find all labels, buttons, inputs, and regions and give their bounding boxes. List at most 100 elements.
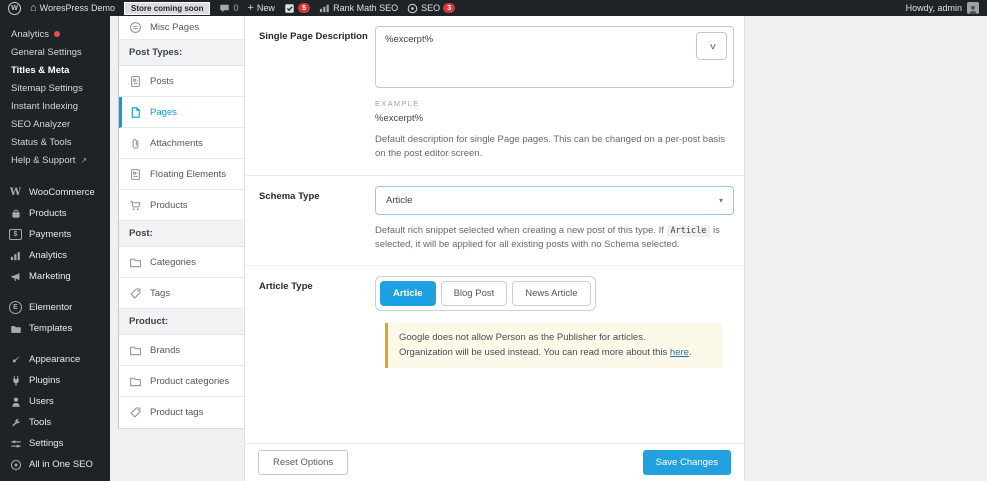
code-chip: Article — [666, 224, 711, 237]
tab-posts[interactable]: Posts — [119, 66, 244, 97]
products-bag-icon — [9, 207, 22, 220]
menu-item-woocommerce[interactable]: W WooCommerce — [0, 182, 110, 203]
store-coming-soon-badge[interactable]: Store coming soon — [124, 1, 211, 15]
woocommerce-icon: W — [9, 187, 22, 198]
brush-icon — [9, 353, 22, 366]
menu-item-appearance[interactable]: Appearance — [0, 349, 110, 370]
tab-attachments[interactable]: Attachments — [119, 128, 244, 159]
sidebar-item-titles-meta[interactable]: Titles & Meta — [0, 61, 110, 79]
save-changes-button[interactable]: Save Changes — [642, 450, 731, 475]
schema-type-label: Schema Type — [259, 190, 320, 202]
analytics-bars-icon — [9, 249, 22, 262]
rank-math-menu[interactable]: Rank Math SEO — [319, 3, 398, 13]
rank-math-label: Rank Math SEO — [333, 3, 399, 13]
tab-product-categories[interactable]: Product categories — [119, 366, 244, 397]
tag-icon — [129, 406, 142, 419]
avatar[interactable] — [967, 2, 979, 14]
new-menu[interactable]: + New — [247, 2, 274, 14]
schema-type-value: Article — [386, 194, 413, 206]
chevron-down-icon: > — [706, 43, 717, 49]
single-page-description-help: Default description for single Page page… — [375, 134, 725, 160]
templates-folder-icon — [9, 322, 22, 335]
variable-dropdown-button[interactable]: > — [696, 32, 727, 60]
plug-icon — [9, 374, 22, 387]
tab-tags[interactable]: Tags — [119, 278, 244, 309]
article-type-blog-post-button[interactable]: Blog Post — [440, 281, 508, 306]
schema-type-select[interactable]: Article ▾ — [375, 185, 734, 215]
seo-icon — [407, 3, 418, 13]
menu-item-users[interactable]: Users — [0, 391, 110, 412]
read-more-link[interactable]: here — [670, 347, 689, 358]
external-link-icon: ↗ — [80, 155, 88, 165]
single-page-description-input[interactable]: %excerpt% — [375, 26, 734, 88]
select-arrow-icon: ▾ — [718, 195, 723, 205]
settings-tab-column: Misc Pages Post Types: Posts Pages Attac… — [118, 16, 244, 429]
tag-icon — [129, 287, 142, 300]
menu-item-all-in-one-seo[interactable]: All in One SEO — [0, 454, 110, 475]
schema-type-help: Default rich snippet selected when creat… — [375, 224, 720, 250]
menu-item-elementor[interactable]: E Elementor — [0, 297, 110, 318]
payments-icon: $ — [9, 228, 22, 241]
tab-header-post: Post: — [119, 221, 244, 247]
menu-item-tools[interactable]: Tools — [0, 412, 110, 433]
article-type-article-button[interactable]: Article — [380, 281, 436, 306]
tab-header-product: Product: — [119, 309, 244, 335]
tab-products[interactable]: Products — [119, 190, 244, 221]
document-icon — [129, 168, 142, 181]
comments-link[interactable]: 0 — [219, 3, 238, 14]
document-icon — [129, 75, 142, 88]
tab-floating-elements[interactable]: Floating Elements — [119, 159, 244, 190]
menu-item-payments[interactable]: $ Payments — [0, 224, 110, 245]
plus-icon: + — [247, 2, 254, 14]
seo-menu[interactable]: SEO 3 — [407, 3, 456, 14]
circle-lines-icon — [129, 21, 142, 34]
folder-icon — [129, 344, 142, 357]
howdy-account-link[interactable]: Howdy, admin — [906, 3, 962, 13]
wordpress-menu[interactable]: W — [8, 1, 21, 15]
home-icon: ⌂ — [30, 1, 37, 14]
menu-item-products[interactable]: Products — [0, 203, 110, 224]
comments-icon — [220, 4, 230, 12]
seo-label: SEO — [421, 3, 441, 13]
site-link[interactable]: ⌂ WoresPress Demo — [30, 1, 116, 14]
notification-dot — [54, 31, 61, 37]
seo-count-badge: 3 — [443, 3, 456, 13]
admin-sidebar: Analytics General Settings Titles & Meta… — [0, 16, 110, 481]
menu-item-plugins[interactable]: Plugins — [0, 370, 110, 391]
page-icon — [129, 106, 142, 119]
menu-item-templates[interactable]: Templates — [0, 318, 110, 339]
article-type-button-group: Article Blog Post News Article — [375, 276, 596, 311]
tab-pages[interactable]: Pages — [119, 97, 244, 128]
tab-product-tags[interactable]: Product tags — [119, 397, 244, 428]
sidebar-item-status-tools[interactable]: Status & Tools — [0, 133, 110, 151]
megaphone-icon — [9, 270, 22, 283]
sidebar-item-seo-analyzer[interactable]: SEO Analyzer — [0, 115, 110, 133]
sidebar-item-help-support[interactable]: Help & Support ↗ — [0, 151, 110, 169]
reset-options-button[interactable]: Reset Options — [258, 450, 349, 475]
example-label: EXAMPLE — [375, 99, 420, 108]
publisher-notice: Google does not allow Person as the Publ… — [385, 323, 722, 369]
updates-menu[interactable]: 5 — [284, 3, 311, 14]
paperclip-icon — [129, 137, 142, 150]
wrench-icon — [9, 416, 22, 429]
article-type-row: Article Type Article Blog Post News Arti… — [245, 265, 744, 381]
sidebar-item-analytics[interactable]: Analytics — [0, 25, 110, 43]
schema-type-row: Schema Type Article ▾ Default rich snipp… — [245, 174, 744, 266]
admin-bar: W ⌂ WoresPress Demo Store coming soon 0 … — [0, 0, 987, 16]
sidebar-item-sitemap-settings[interactable]: Sitemap Settings — [0, 79, 110, 97]
folder-icon — [129, 375, 142, 388]
aioseo-icon — [9, 458, 22, 471]
tab-brands[interactable]: Brands — [119, 335, 244, 366]
settings-sliders-icon — [9, 437, 22, 450]
tab-misc-pages[interactable]: Misc Pages — [119, 16, 244, 40]
sidebar-item-general-settings[interactable]: General Settings — [0, 43, 110, 61]
sidebar-item-instant-indexing[interactable]: Instant Indexing — [0, 97, 110, 115]
cart-icon — [129, 199, 142, 212]
menu-item-analytics[interactable]: Analytics — [0, 245, 110, 266]
site-name: WoresPress Demo — [39, 3, 116, 13]
menu-item-marketing[interactable]: Marketing — [0, 266, 110, 287]
menu-item-settings[interactable]: Settings — [0, 433, 110, 454]
tab-categories[interactable]: Categories — [119, 247, 244, 278]
article-type-news-article-button[interactable]: News Article — [512, 281, 591, 306]
